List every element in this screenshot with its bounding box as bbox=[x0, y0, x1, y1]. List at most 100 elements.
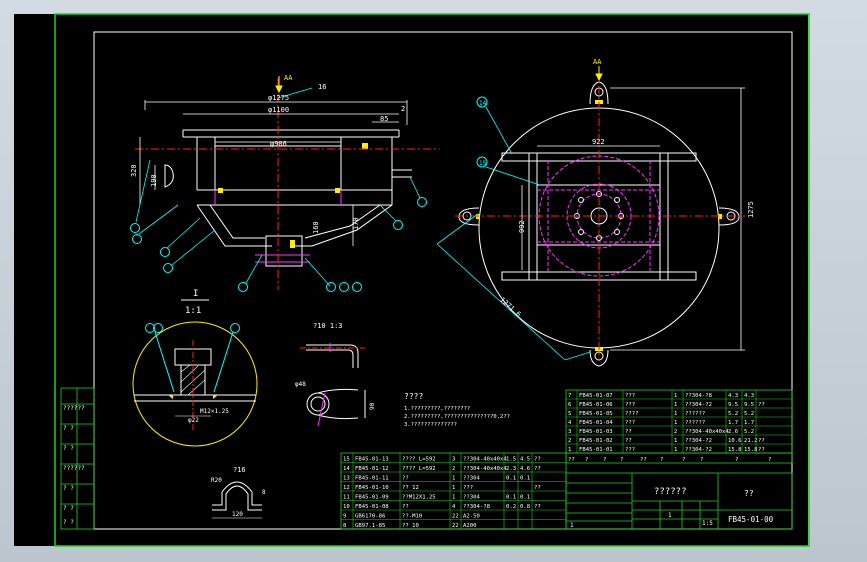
bom-cell: ??M12X1.25 bbox=[402, 495, 436, 501]
bom-header-cell: ? bbox=[700, 457, 703, 463]
bom-cell: 1 bbox=[674, 438, 677, 444]
bom-cell: ?? bbox=[625, 429, 632, 435]
bom-cell: 4.5 bbox=[520, 457, 530, 463]
notes-line-1: 1.?????????,???????? bbox=[404, 406, 470, 412]
bom-header-cell: ?? bbox=[640, 457, 647, 463]
bom-cell: ?? bbox=[534, 457, 541, 463]
bom-cell: 22 bbox=[452, 523, 459, 529]
bom-cell: 7 bbox=[568, 393, 571, 399]
company-name: ?? bbox=[744, 489, 754, 498]
bom-cell: ?? bbox=[758, 447, 765, 453]
bom-cell: ??? bbox=[625, 393, 635, 399]
bom-cell: GB6170-86 bbox=[355, 514, 385, 520]
bom-cell: ??304-?8 bbox=[685, 393, 713, 399]
part16-dim: 120 bbox=[232, 511, 243, 518]
detail-scale: 1:1 bbox=[185, 306, 201, 316]
bom-cell: ??? bbox=[463, 485, 473, 491]
bom-cell: 13 bbox=[343, 476, 350, 482]
bom-cell: ??304 bbox=[463, 476, 480, 482]
stamp-cell-3: ?????? bbox=[63, 465, 85, 472]
bom-cell: FB45-01-06 bbox=[579, 402, 613, 408]
part16-side: 8 bbox=[262, 489, 266, 496]
bom-cell: FB45-01-05 bbox=[579, 411, 613, 417]
dim-2: 2 bbox=[401, 105, 405, 113]
part16-r20: R20 bbox=[211, 477, 222, 484]
bom-cell: 4.3 bbox=[744, 393, 754, 399]
bom-cell: ?? bbox=[402, 504, 409, 510]
dim-922: 922 bbox=[592, 138, 605, 146]
bom-cell: ??? bbox=[625, 402, 635, 408]
bom-cell: ??-M10 bbox=[402, 514, 422, 520]
bom-cell: 9.5 bbox=[728, 402, 738, 408]
bom-cell: 9.5 bbox=[744, 402, 754, 408]
bom-cell: 10.6 bbox=[728, 438, 741, 444]
bom-cell: ???? bbox=[625, 411, 638, 417]
detail-diameter: φ22 bbox=[188, 417, 199, 424]
detail-title: I bbox=[193, 289, 198, 299]
bom-cell: 1 bbox=[568, 447, 571, 453]
notes-line-2: 2.?????????,???????????????0,2?? bbox=[404, 414, 510, 420]
drawing-name: ?????? bbox=[654, 487, 687, 497]
title-scale-b: 1:5 bbox=[702, 520, 713, 527]
part10-label: ?10 1:3 bbox=[313, 322, 343, 330]
bom-cell: 1 bbox=[674, 393, 677, 399]
drawing-sheet[interactable]: AA φ1275 φ1100 φ986 85 2 16 320 190 170 … bbox=[0, 0, 867, 562]
dim-1275-right: 1275 bbox=[747, 201, 755, 218]
bom-cell: ??? bbox=[625, 447, 635, 453]
bom-cell: GB97.1-85 bbox=[355, 523, 385, 529]
bom-cell: 1 bbox=[674, 420, 677, 426]
balloon-16: 16 bbox=[318, 83, 326, 91]
bom-header-cell: ? bbox=[585, 457, 588, 463]
bom-cell: 15 bbox=[343, 457, 350, 463]
view-label-right: AA bbox=[593, 58, 602, 66]
stamp-cell-6: ? ? bbox=[63, 519, 74, 526]
spring-dim: φ48 bbox=[295, 381, 306, 388]
bom-cell: 1 bbox=[674, 402, 677, 408]
bom-cell: ?? bbox=[534, 466, 541, 472]
bom-cell: 3 bbox=[452, 457, 455, 463]
bom-cell: 1 bbox=[674, 447, 677, 453]
view-label-top: AA bbox=[284, 74, 293, 82]
dim-1100: φ1100 bbox=[268, 106, 289, 114]
bom-header-cell: ? bbox=[682, 457, 685, 463]
bom-cell: ?? bbox=[534, 504, 541, 510]
bom-header-cell: ? bbox=[735, 457, 738, 463]
bom-cell: 1 bbox=[674, 411, 677, 417]
bom-cell: FB45-01-04 bbox=[579, 420, 613, 426]
bom-cell: 1.7 bbox=[728, 420, 738, 426]
bom-cell: 5.2 bbox=[744, 411, 754, 417]
bom-cell: A2-50 bbox=[463, 514, 480, 520]
bom-cell: FB45-01-09 bbox=[355, 495, 389, 501]
bom-cell: 10 bbox=[343, 504, 350, 510]
bom-cell: 5.2 bbox=[744, 429, 754, 435]
bom-cell: A200 bbox=[463, 523, 476, 529]
bom-cell: ???? L=592 bbox=[402, 457, 436, 463]
bom-cell: 0.1 bbox=[506, 495, 516, 501]
bom-cell: ?? bbox=[758, 402, 765, 408]
bom-cell: 12 bbox=[343, 485, 350, 491]
bom-cell: ?? 12 bbox=[402, 485, 419, 491]
bom-cell: ??? bbox=[625, 420, 635, 426]
bom-cell: ?????? bbox=[685, 411, 705, 417]
bom-cell: ?? bbox=[402, 476, 409, 482]
bom-header-cell: ?? bbox=[568, 457, 575, 463]
bom-cell: 3 bbox=[568, 429, 571, 435]
bom-cell: 2 bbox=[568, 438, 571, 444]
dim-85: 85 bbox=[380, 115, 388, 123]
bom-cell: ??304-?2 bbox=[685, 438, 712, 444]
notes-line-3: 3.?????????????? bbox=[404, 422, 457, 428]
bom-cell: 1.7 bbox=[744, 420, 754, 426]
dim-320: 320 bbox=[130, 164, 138, 177]
bom-cell: 14 bbox=[343, 466, 350, 472]
notes-title: ???? bbox=[404, 392, 423, 401]
drawing-number: FB45-01-00 bbox=[728, 515, 774, 524]
bom-cell: 5.2 bbox=[728, 411, 738, 417]
bom-cell: 15.8 bbox=[728, 447, 742, 453]
bom-cell: FB45-01-08 bbox=[355, 504, 389, 510]
bom-cell: ???? L=592 bbox=[402, 466, 436, 472]
bom-cell: 0.8 bbox=[520, 504, 531, 510]
bom-cell: FB45-01-01 bbox=[579, 447, 613, 453]
bom-cell: ?? bbox=[625, 438, 632, 444]
stamp-cell-4: ? ? bbox=[63, 485, 74, 492]
cad-viewport[interactable]: AA φ1275 φ1100 φ986 85 2 16 320 190 170 … bbox=[0, 0, 867, 562]
